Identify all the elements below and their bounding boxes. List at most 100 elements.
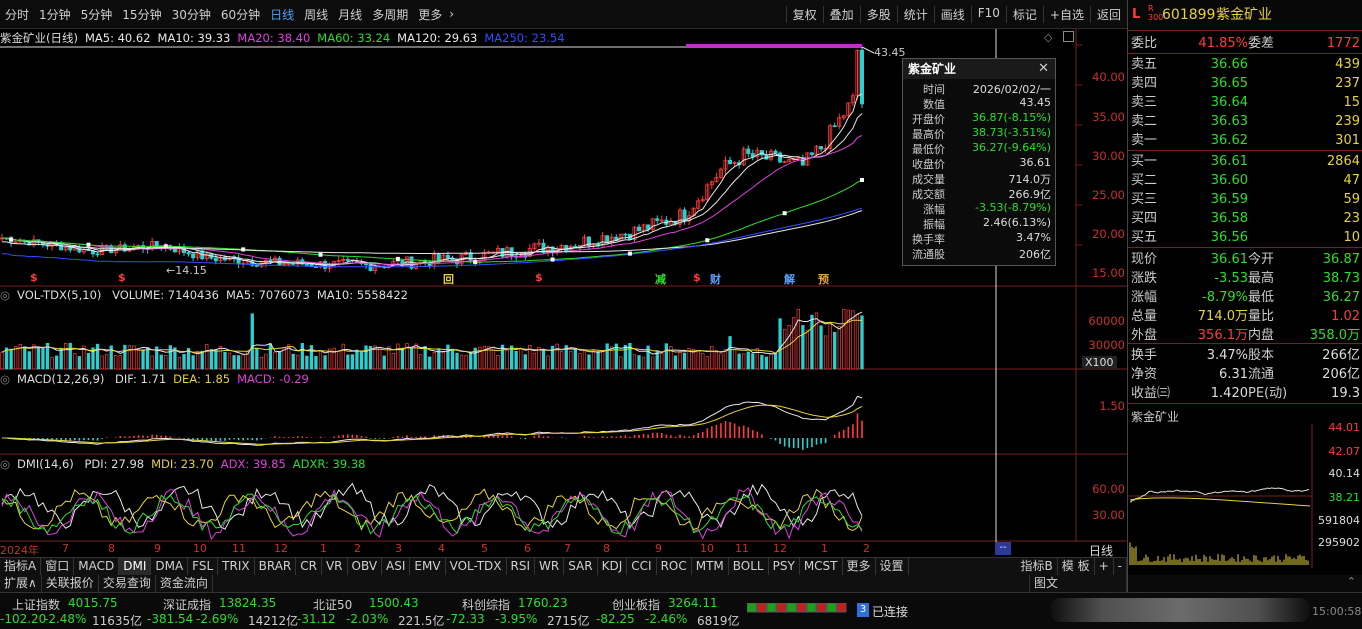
indicator-tab[interactable]: MTM — [692, 558, 729, 575]
bottom-tab[interactable]: 关联报价 — [42, 575, 99, 592]
tab-graphic-text[interactable]: 图文 — [1029, 575, 1127, 592]
period-tab[interactable]: 分时 — [0, 6, 34, 23]
indicator-tab[interactable]: 设置 — [876, 558, 909, 575]
indicator-tab[interactable]: 更多 — [843, 558, 876, 575]
tooltip-label: 开盘价 — [912, 113, 945, 126]
index-name[interactable]: 上证指数 — [12, 596, 60, 613]
index-pct: -2.69% — [196, 612, 239, 626]
volume-bar — [314, 355, 318, 370]
event-marker[interactable]: 解 — [784, 271, 795, 287]
period-tab[interactable]: 周线 — [299, 6, 333, 23]
period-tab[interactable]: 更多 — [413, 6, 447, 23]
toolbar-button[interactable]: 复权 — [785, 5, 823, 23]
indicator-tab[interactable]: MACD — [74, 558, 120, 575]
index-name[interactable]: 科创综指 — [462, 596, 510, 613]
event-marker[interactable]: 财 — [710, 271, 721, 287]
stat-row: 涨跌 -3.53 最高 38.73 — [1128, 269, 1362, 288]
template-tab[interactable]: 指标B — [1017, 558, 1058, 575]
order-book-row[interactable]: 卖三 36.64 15 — [1128, 93, 1362, 112]
indicator-tab[interactable]: BOLL — [729, 558, 769, 575]
event-marker[interactable]: $ — [535, 271, 543, 284]
index-name[interactable]: 深证成指 — [163, 596, 211, 613]
indicator-tab[interactable]: KDJ — [598, 558, 628, 575]
event-marker[interactable]: 预 — [818, 271, 829, 287]
dmi-legend: ◎ DMI(14,6) PDI: 27.98 MDI: 23.70 ADX: 39.8… — [0, 457, 372, 471]
period-tab[interactable]: 15分钟 — [117, 6, 166, 23]
indicator-tab[interactable]: ASI — [382, 558, 411, 575]
order-book-row[interactable]: 买五 36.56 10 — [1128, 228, 1362, 247]
indicator-tab[interactable]: PSY — [769, 558, 800, 575]
more-chevron-icon[interactable]: › — [447, 7, 456, 21]
order-book-row[interactable]: 买二 36.60 47 — [1128, 171, 1362, 190]
indicator-tab[interactable]: DMI — [119, 558, 152, 575]
toolbar-button[interactable]: +自选 — [1042, 5, 1090, 23]
indicator-tab[interactable]: VR — [322, 558, 348, 575]
window-toggle-icon[interactable] — [1063, 31, 1074, 42]
stock-name[interactable]: 紫金矿业 — [1216, 6, 1272, 24]
indicator-tab[interactable]: 指标A — [0, 558, 42, 575]
period-tab[interactable]: 1分钟 — [34, 6, 76, 23]
period-tab[interactable]: 月线 — [333, 6, 367, 23]
template-tab[interactable]: + — [1095, 558, 1114, 575]
price-tick: 15.00 — [1092, 266, 1125, 281]
index-name[interactable]: 创业板指 — [612, 596, 660, 613]
indicator-tab[interactable]: CR — [296, 558, 322, 575]
event-marker[interactable]: $ — [118, 271, 126, 284]
toolbar-button[interactable]: 统计 — [896, 5, 934, 23]
order-book-row[interactable]: 买四 36.58 23 — [1128, 209, 1362, 228]
period-tab[interactable]: 30分钟 — [167, 6, 216, 23]
indicator-tab[interactable]: SAR — [564, 558, 598, 575]
order-book-row[interactable]: 卖五 36.66 439 — [1128, 55, 1362, 74]
candle-body — [655, 218, 660, 221]
indicator-tab[interactable]: FSL — [188, 558, 219, 575]
order-book-row[interactable]: 卖一 36.62 301 — [1128, 131, 1362, 150]
bottom-tab[interactable]: 资金流向 — [156, 575, 213, 592]
index-name[interactable]: 北证50 — [313, 596, 352, 613]
expand-icon[interactable]: ◎ — [0, 457, 10, 471]
order-book-row[interactable]: 买三 36.59 59 — [1128, 190, 1362, 209]
expand-icon[interactable]: ◎ — [0, 372, 10, 386]
period-tab[interactable]: 5分钟 — [76, 6, 118, 23]
chevron-up-icon[interactable]: ⌃ — [1347, 575, 1356, 588]
order-book-row[interactable]: 卖四 36.65 237 — [1128, 74, 1362, 93]
indicator-tab[interactable]: CCI — [627, 558, 657, 575]
indicator-tab[interactable]: MCST — [800, 558, 843, 575]
x-tick-label: 10 — [193, 542, 207, 555]
indicator-tab[interactable]: WR — [535, 558, 565, 575]
stat-label: 收益㈢ — [1131, 386, 1171, 401]
indicator-tab[interactable]: 窗口 — [41, 558, 75, 575]
indicator-tab[interactable]: TRIX — [218, 558, 255, 575]
expand-icon[interactable]: ◎ — [0, 288, 10, 302]
period-tab[interactable]: 日线 — [265, 6, 299, 23]
event-marker[interactable]: $ — [30, 271, 38, 284]
order-book-row[interactable]: 卖二 36.63 239 — [1128, 112, 1362, 131]
indicator-tab[interactable]: OBV — [348, 558, 383, 575]
template-tab[interactable]: - — [1114, 558, 1127, 575]
toolbar-button[interactable]: 多股 — [859, 5, 897, 23]
bottom-tab[interactable]: 交易查询 — [99, 575, 156, 592]
indicator-tab[interactable]: BRAR — [255, 558, 297, 575]
indicator-tab[interactable]: ROC — [657, 558, 692, 575]
template-tab[interactable]: 模 板 — [1058, 558, 1095, 575]
ma-node — [318, 252, 323, 257]
period-tab[interactable]: 60分钟 — [216, 6, 265, 23]
indicator-tab[interactable]: DMA — [151, 558, 189, 575]
toolbar-button[interactable]: 返回 — [1089, 5, 1127, 23]
event-marker[interactable]: 回 — [443, 271, 454, 287]
close-icon[interactable]: ✕ — [1038, 59, 1049, 79]
order-book-row[interactable]: 买一 36.61 2864 — [1128, 152, 1362, 171]
diamond-icon[interactable]: ◇ — [1044, 31, 1052, 44]
event-marker[interactable]: 减 — [655, 271, 666, 287]
toolbar-button[interactable]: 叠加 — [822, 5, 860, 23]
event-marker[interactable]: $ — [693, 271, 701, 284]
indicator-tab[interactable]: RSI — [507, 558, 536, 575]
toolbar-button[interactable]: 标记 — [1005, 5, 1043, 23]
indicator-tab[interactable]: EMV — [410, 558, 446, 575]
connection-status[interactable]: 已连接 — [872, 603, 908, 620]
indicator-tab[interactable]: VOL-TDX — [446, 558, 507, 575]
toolbar-button[interactable]: F10 — [970, 5, 1006, 23]
bottom-tab[interactable]: 扩展∧ — [0, 575, 42, 592]
x-tick-label: 2 — [354, 542, 361, 555]
period-tab[interactable]: 多周期 — [367, 6, 413, 23]
toolbar-button[interactable]: 画线 — [933, 5, 971, 23]
